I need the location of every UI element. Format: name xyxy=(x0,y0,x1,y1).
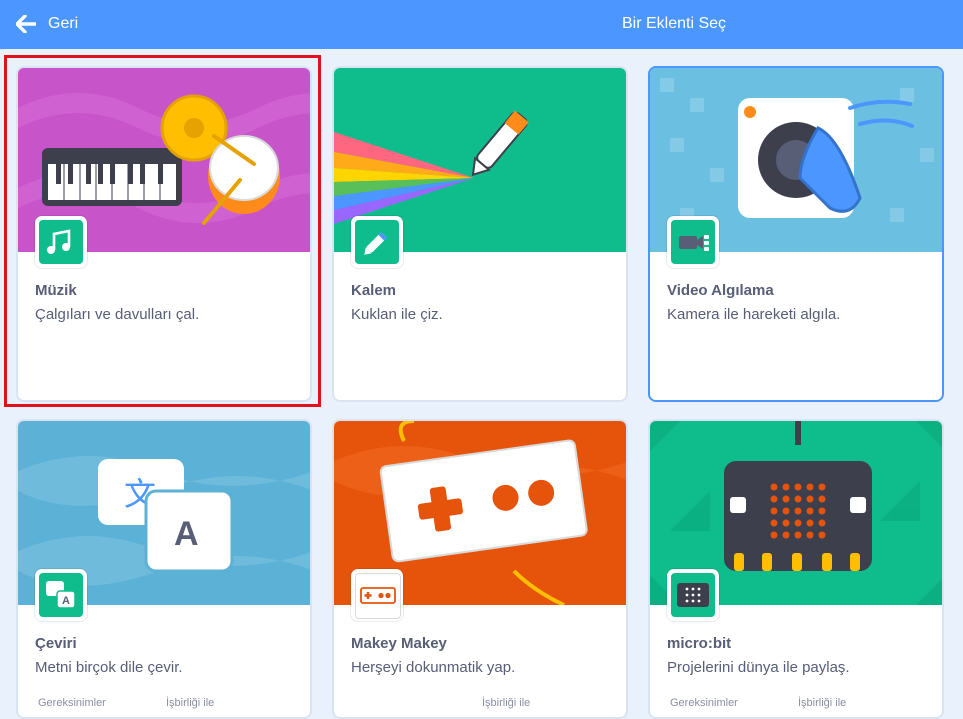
extension-name: Çeviri xyxy=(35,635,77,652)
extension-card-music[interactable]: Müzik Çalgıları ve davulları çal. xyxy=(16,66,312,402)
svg-text:A: A xyxy=(174,515,199,553)
microbit-icon xyxy=(671,573,715,617)
extension-description: Kamera ile hareketi algıla. xyxy=(667,306,841,323)
collaboration-label: İşbirliği ile xyxy=(482,697,531,709)
extension-description: Kuklan ile çiz. xyxy=(351,306,443,323)
extension-name: Makey Makey xyxy=(351,635,447,652)
requirements-label: Gereksinimler xyxy=(670,697,738,709)
extension-description: Çalgıları ve davulları çal. xyxy=(35,306,200,323)
extension-name: Video Algılama xyxy=(667,282,774,299)
extension-description: Herşeyi dokunmatik yap. xyxy=(351,659,516,676)
extension-card-pen[interactable]: Kalem Kuklan ile çiz. xyxy=(332,66,628,402)
extension-card-translate[interactable]: 文 A A Çeviri Metni birçok dile çevir. Ge… xyxy=(16,419,312,719)
extension-card-makey-makey[interactable]: Makey Makey Herşeyi dokunmatik yap. İşbi… xyxy=(332,419,628,719)
makey-makey-icon xyxy=(355,573,401,619)
video-camera-icon xyxy=(671,220,715,264)
pen-icon xyxy=(355,220,399,264)
extension-library-grid: Müzik Çalgıları ve davulları çal. Kalem … xyxy=(0,49,963,719)
extension-badge xyxy=(667,216,719,268)
translate-icon: A xyxy=(39,573,83,617)
extension-name: Kalem xyxy=(351,282,397,299)
extension-card-microbit[interactable]: micro:bit Projelerini dünya ile paylaş. … xyxy=(648,419,944,719)
extension-badge xyxy=(667,569,719,621)
extension-badge: A xyxy=(35,569,87,621)
modal-title: Bir Eklenti Seç xyxy=(621,15,727,32)
collaboration-label: İşbirliği ile xyxy=(798,697,847,709)
extension-name: Müzik xyxy=(35,282,77,299)
extension-description: Projelerini dünya ile paylaş. xyxy=(667,659,850,676)
extension-badge xyxy=(351,216,403,268)
extension-badge xyxy=(35,216,87,268)
music-notes-icon xyxy=(39,220,83,264)
extension-name: micro:bit xyxy=(667,635,732,652)
modal-header: Geri Bir Eklenti Seç xyxy=(0,0,963,49)
requirements-label: Gereksinimler xyxy=(38,697,106,709)
extension-description: Metni birçok dile çevir. xyxy=(35,659,183,676)
collaboration-label: İşbirliği ile xyxy=(166,697,215,709)
extension-card-video-sensing[interactable]: Video Algılama Kamera ile hareketi algıl… xyxy=(648,66,944,402)
extension-badge xyxy=(351,569,403,621)
svg-text:A: A xyxy=(62,595,70,607)
